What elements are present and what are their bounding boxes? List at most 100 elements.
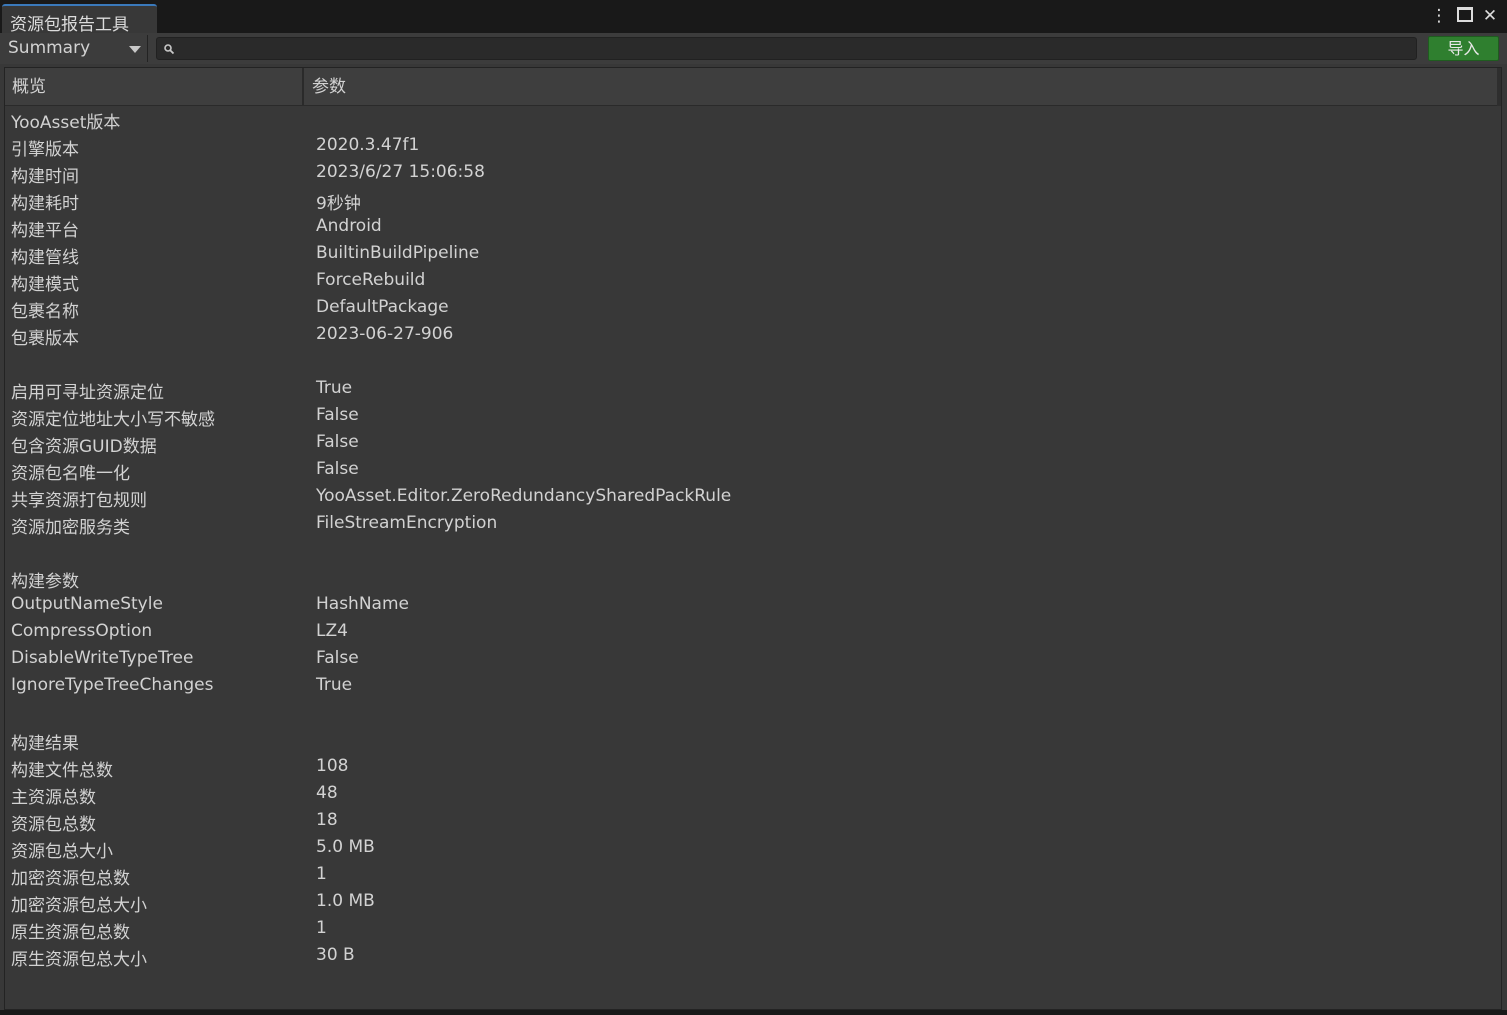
row-name: 共享资源打包规则	[11, 491, 147, 511]
table-row[interactable]	[5, 538, 1501, 565]
row-name: DisableWriteTypeTree	[11, 648, 194, 668]
table-row[interactable]: 资源包总大小 5.0 MB	[5, 835, 1501, 862]
table-row[interactable]: 构建时间 2023/6/27 15:06:58	[5, 160, 1501, 187]
table-row[interactable]: 原生资源包总大小 30 B	[5, 943, 1501, 970]
table-row[interactable]: 资源包总数 18	[5, 808, 1501, 835]
more-options-icon[interactable]: ⋮	[1429, 5, 1449, 27]
row-value: 30 B	[316, 945, 355, 965]
table-row[interactable]: DisableWriteTypeTree False	[5, 646, 1501, 673]
row-name: 资源包总数	[11, 815, 96, 835]
table-rows: YooAsset版本 引擎版本 2020.3.47f1 构建时间 2023/6/27 1…	[5, 106, 1501, 970]
row-value: False	[316, 459, 359, 479]
search-field[interactable]	[156, 37, 1417, 60]
table-row[interactable]: 资源加密服务类 FileStreamEncryption	[5, 511, 1501, 538]
table-row[interactable]: 构建结果	[5, 727, 1501, 754]
row-value: False	[316, 648, 359, 668]
row-name: 包裹版本	[11, 329, 79, 349]
row-value: 108	[316, 756, 349, 776]
table-row[interactable]: 引擎版本 2020.3.47f1	[5, 133, 1501, 160]
row-name: 加密资源包总大小	[11, 896, 147, 916]
table-row[interactable]	[5, 700, 1501, 727]
table-row[interactable]: 包裹版本 2023-06-27-906	[5, 322, 1501, 349]
header-edge	[1497, 68, 1501, 106]
table-row[interactable]: 构建耗时 9秒钟	[5, 187, 1501, 214]
table-header: 概览 参数	[5, 68, 1501, 106]
row-value: 1.0 MB	[316, 891, 375, 911]
row-name: 构建耗时	[11, 194, 79, 214]
row-name: 资源加密服务类	[11, 518, 130, 538]
row-name: 包裹名称	[11, 302, 79, 322]
row-value: 2023-06-27-906	[316, 324, 454, 344]
row-value: 2020.3.47f1	[316, 135, 420, 155]
toolbar: Summary 导入	[0, 33, 1507, 64]
row-value: True	[316, 675, 353, 695]
view-mode-dropdown[interactable]: Summary	[3, 35, 148, 62]
row-name: 资源包总大小	[11, 842, 113, 862]
row-name: OutputNameStyle	[11, 594, 163, 614]
table-row[interactable]: OutputNameStyle HashName	[5, 592, 1501, 619]
table-row[interactable]: CompressOption LZ4	[5, 619, 1501, 646]
table-row[interactable]: 包含资源GUID数据 False	[5, 430, 1501, 457]
table-row[interactable]: 包裹名称 DefaultPackage	[5, 295, 1501, 322]
row-value: HashName	[316, 594, 409, 614]
row-name: 构建文件总数	[11, 761, 113, 781]
row-name: 构建平台	[11, 221, 79, 241]
row-name: 资源包名唯一化	[11, 464, 130, 484]
import-button[interactable]: 导入	[1428, 36, 1499, 61]
table-row[interactable]: 构建平台 Android	[5, 214, 1501, 241]
search-input[interactable]	[179, 38, 1409, 59]
table-row[interactable]: 加密资源包总大小 1.0 MB	[5, 889, 1501, 916]
row-name: CompressOption	[11, 621, 153, 641]
window-tab[interactable]: 资源包报告工具	[2, 4, 157, 35]
row-value: DefaultPackage	[316, 297, 449, 317]
row-name: YooAsset版本	[11, 113, 121, 133]
row-name: 构建参数	[11, 572, 79, 592]
window-title: 资源包报告工具	[10, 15, 129, 35]
row-value: False	[316, 432, 359, 452]
row-value: 18	[316, 810, 338, 830]
row-name: 构建管线	[11, 248, 79, 268]
row-name: 引擎版本	[11, 140, 79, 160]
close-icon[interactable]: ✕	[1480, 5, 1500, 27]
row-name: 构建模式	[11, 275, 79, 295]
table-row[interactable]	[5, 349, 1501, 376]
report-window: 资源包报告工具 ⋮ ✕ Summary 导入 概览 参数 YooAsset版本引…	[0, 0, 1507, 1015]
row-name: 主资源总数	[11, 788, 96, 808]
table-row[interactable]: 共享资源打包规则 YooAsset.Editor.ZeroRedundancySh…	[5, 484, 1501, 511]
column-header-parameter[interactable]: 参数	[305, 68, 1495, 106]
table-row[interactable]: 构建模式 ForceRebuild	[5, 268, 1501, 295]
title-bar: 资源包报告工具 ⋮ ✕	[0, 0, 1507, 35]
row-value: 1	[316, 918, 327, 938]
column-header-overview[interactable]: 概览	[5, 68, 304, 106]
row-value: FileStreamEncryption	[316, 513, 498, 533]
search-icon	[164, 44, 175, 55]
row-name: 构建时间	[11, 167, 79, 187]
row-value: 2023/6/27 15:06:58	[316, 162, 485, 182]
row-value: 5.0 MB	[316, 837, 375, 857]
window-bottom-edge	[0, 1010, 1507, 1015]
table-row[interactable]: 构建参数	[5, 565, 1501, 592]
table-row[interactable]: 启用可寻址资源定位 True	[5, 376, 1501, 403]
table-row[interactable]: 加密资源包总数 1	[5, 862, 1501, 889]
maximize-icon[interactable]	[1455, 5, 1475, 27]
summary-table: 概览 参数 YooAsset版本 引擎版本 2020.3.47f1 构建时间 2023/…	[4, 67, 1502, 1010]
table-row[interactable]: 构建管线 BuiltinBuildPipeline	[5, 241, 1501, 268]
row-value: Android	[316, 216, 382, 236]
row-value: BuiltinBuildPipeline	[316, 243, 480, 263]
row-value: 48	[316, 783, 338, 803]
table-row[interactable]: 资源包名唯一化 False	[5, 457, 1501, 484]
row-name: IgnoreTypeTreeChanges	[11, 675, 214, 695]
table-row[interactable]: 资源定位地址大小写不敏感 False	[5, 403, 1501, 430]
row-value: 9秒钟	[316, 194, 361, 214]
row-value: ForceRebuild	[316, 270, 426, 290]
table-row[interactable]: YooAsset版本	[5, 106, 1501, 133]
table-row[interactable]: 原生资源包总数 1	[5, 916, 1501, 943]
chevron-down-icon	[129, 46, 141, 53]
table-row[interactable]: 构建文件总数 108	[5, 754, 1501, 781]
table-row[interactable]: 主资源总数 48	[5, 781, 1501, 808]
table-row[interactable]: IgnoreTypeTreeChanges True	[5, 673, 1501, 700]
row-name: 加密资源包总数	[11, 869, 130, 889]
view-mode-value: Summary	[8, 38, 91, 58]
row-name: 包含资源GUID数据	[11, 437, 157, 457]
row-name: 启用可寻址资源定位	[11, 383, 164, 403]
